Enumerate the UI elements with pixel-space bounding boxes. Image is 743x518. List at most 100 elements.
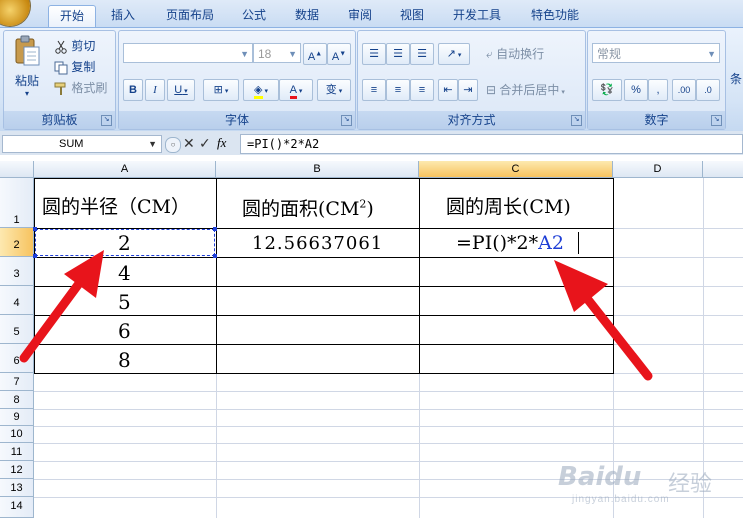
font-color-button[interactable]: A ▾ (279, 79, 313, 101)
row-header-9[interactable]: 9 (0, 409, 34, 426)
currency-button[interactable]: 💱 (592, 79, 622, 101)
font-size-combo[interactable]: 18 ▼ (253, 43, 301, 63)
table-border (34, 257, 614, 258)
styles-group-partial-label[interactable]: 条 (730, 70, 742, 87)
row-header-10[interactable]: 10 (0, 426, 34, 443)
grow-font-button[interactable]: A▲ (303, 43, 327, 65)
alignment-group-label: 对齐方式 (358, 111, 585, 129)
handle-icon[interactable] (213, 254, 217, 258)
name-box[interactable]: SUM ▼ (2, 135, 162, 153)
name-box-value: SUM (59, 138, 84, 150)
wrap-text-button[interactable]: ⤶ 自动换行 (486, 45, 544, 62)
decrease-decimal-button[interactable]: .0 (696, 79, 720, 101)
paste-label: 粘贴 (14, 74, 39, 88)
align-left-icon: ≡ (370, 84, 378, 96)
tab-view[interactable]: 视图 (390, 5, 434, 27)
tab-special[interactable]: 特色功能 (520, 5, 590, 27)
align-bottom-button[interactable]: ☰ (410, 43, 434, 65)
align-center-icon: ≡ (394, 84, 402, 96)
wrap-text-icon: ⤶ (486, 47, 497, 61)
font-launcher-icon[interactable]: ↘ (341, 115, 352, 126)
office-button[interactable] (0, 0, 30, 26)
clipboard-launcher-icon[interactable]: ↘ (101, 115, 112, 126)
wrap-text-label: 自动换行 (496, 47, 545, 61)
enter-icon[interactable]: ✓ (199, 135, 211, 152)
paste-button[interactable]: 粘贴 ▾ (10, 35, 44, 99)
shrink-font-button[interactable]: A▼ (327, 43, 351, 65)
table-border (34, 373, 614, 374)
align-left-button[interactable]: ≡ (362, 79, 386, 101)
table-border (34, 344, 614, 345)
grow-font-icon: A▲ (307, 50, 323, 63)
align-middle-button[interactable]: ☰ (386, 43, 410, 65)
column-header-d[interactable]: D (613, 161, 703, 178)
underline-button[interactable]: U ▾ (167, 79, 195, 101)
row-header-8[interactable]: 8 (0, 391, 34, 409)
bold-button[interactable]: B (123, 79, 143, 101)
cancel-icon[interactable]: ✕ (183, 135, 195, 152)
clipboard-group: 粘贴 ▾ 剪切 复制 格式刷 剪贴板 ↘ (3, 30, 116, 130)
select-all-corner[interactable] (0, 161, 34, 178)
handle-icon[interactable] (213, 227, 217, 231)
column-header-b[interactable]: B (216, 161, 419, 178)
percent-button[interactable]: % (624, 79, 648, 101)
comma-button[interactable]: , (648, 79, 668, 101)
tab-data[interactable]: 数据 (284, 5, 330, 27)
orientation-button[interactable]: ↗ ▾ (438, 43, 470, 65)
border-button[interactable]: ⊞ ▾ (203, 79, 239, 101)
increase-decimal-button[interactable]: .00 (672, 79, 696, 101)
insert-function-button[interactable]: fx (217, 135, 226, 151)
column-header-e[interactable] (703, 161, 743, 178)
format-painter-button[interactable]: 格式刷 (54, 79, 107, 96)
fill-color-button[interactable]: ◈ ▾ (243, 79, 279, 101)
row-header-13[interactable]: 13 (0, 479, 34, 497)
row-header-1[interactable]: 1 (0, 178, 34, 228)
cell-b1[interactable]: 圆的面积(CM2) (242, 194, 374, 221)
tab-page-layout[interactable]: 页面布局 (158, 5, 222, 27)
table-border (34, 315, 614, 316)
chevron-down-icon: ▾ (262, 88, 268, 95)
brush-icon (54, 82, 68, 96)
column-header-a[interactable]: A (34, 161, 216, 178)
tab-developer[interactable]: 开发工具 (444, 5, 510, 27)
decrease-indent-button[interactable]: ⇤ (438, 79, 458, 101)
number-format-combo[interactable]: 常规 ▼ (592, 43, 720, 63)
cell-a1[interactable]: 圆的半径（CM） (42, 192, 190, 219)
orientation-icon: ↗ (446, 48, 456, 60)
formula-input[interactable]: =PI()*2*A2 (240, 134, 743, 154)
cut-button[interactable]: 剪切 (54, 37, 95, 54)
chevron-down-icon: ▼ (148, 139, 157, 149)
chevron-down-icon: ▼ (240, 49, 249, 59)
copy-button[interactable]: 复制 (54, 58, 95, 75)
row-header-11[interactable]: 11 (0, 443, 34, 461)
italic-button[interactable]: I (145, 79, 165, 101)
align-top-button[interactable]: ☰ (362, 43, 386, 65)
tab-insert[interactable]: 插入 (100, 5, 146, 27)
cell-c1[interactable]: 圆的周长(CM) (446, 192, 571, 219)
tab-formulas[interactable]: 公式 (232, 5, 276, 27)
formula-buttons: ○ ✕ ✓ fx (165, 135, 237, 153)
tab-review[interactable]: 审阅 (338, 5, 382, 27)
scissors-icon (54, 40, 68, 54)
tab-home[interactable]: 开始 (48, 5, 96, 28)
row-header-12[interactable]: 12 (0, 461, 34, 479)
paste-dropdown-icon[interactable]: ▾ (10, 89, 44, 98)
border-icon: ⊞ (213, 84, 223, 96)
currency-icon: 💱 (600, 84, 614, 96)
align-right-button[interactable]: ≡ (410, 79, 434, 101)
handle-icon[interactable] (33, 227, 37, 231)
ellipsis-icon[interactable]: ○ (165, 137, 181, 153)
merge-center-button[interactable]: ⊟ 合并后居中 ▾ (486, 81, 565, 98)
align-center-button[interactable]: ≡ (386, 79, 410, 101)
baidu-watermark: Baidu 经验 jingyan.baidu.com (558, 462, 738, 510)
font-name-combo[interactable]: ▼ (123, 43, 253, 63)
alignment-launcher-icon[interactable]: ↘ (571, 115, 582, 126)
cell-b2[interactable]: 12.56637061 (252, 233, 383, 254)
column-header-c[interactable]: C (419, 161, 613, 178)
increase-indent-button[interactable]: ⇥ (458, 79, 478, 101)
number-launcher-icon[interactable]: ↘ (711, 115, 722, 126)
cell-c2[interactable]: =PI()*2*A2 (456, 232, 564, 254)
row-header-14[interactable]: 14 (0, 497, 34, 518)
number-format-value: 常规 (597, 47, 622, 61)
phonetic-button[interactable]: 变 ▾ (317, 79, 351, 101)
